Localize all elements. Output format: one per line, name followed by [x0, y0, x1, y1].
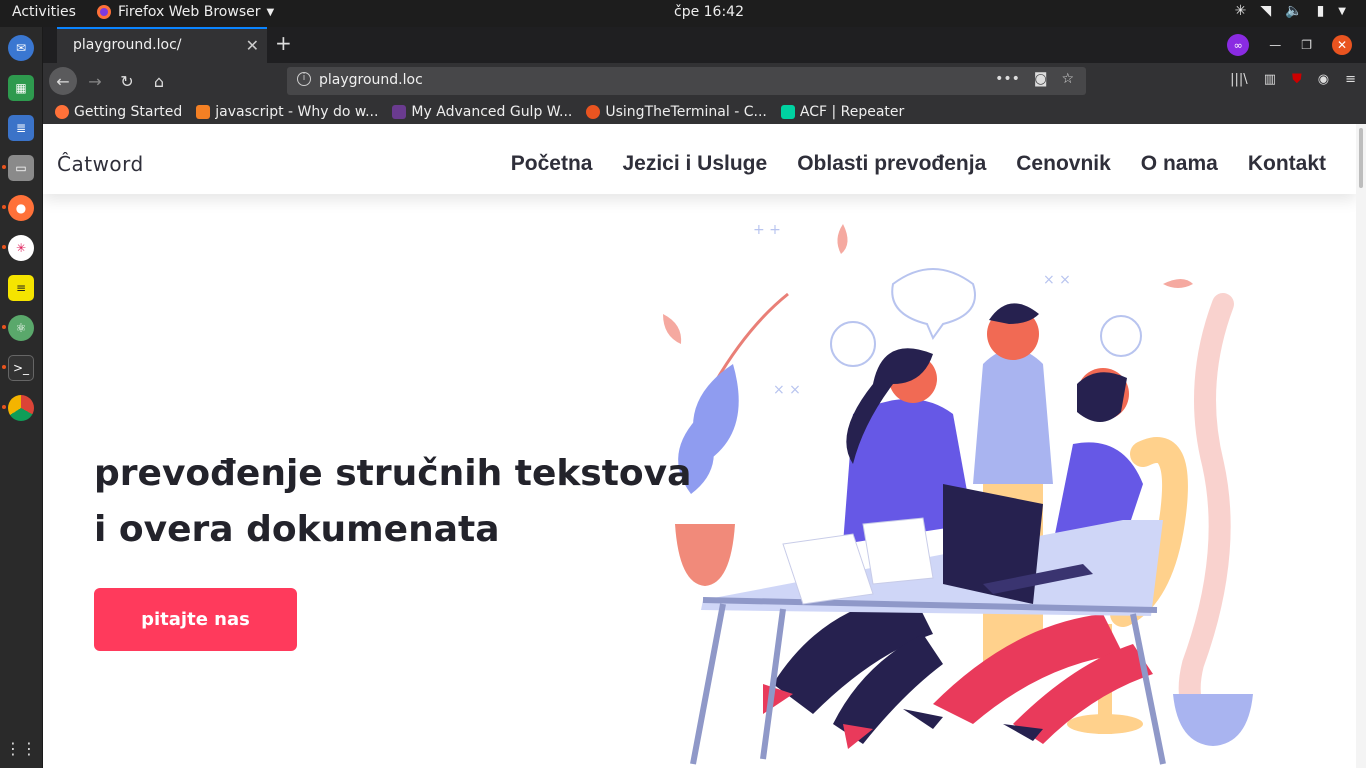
hero-title-line-1: prevođenje stručnih tekstova — [94, 453, 692, 494]
atom-icon[interactable]: ⚛ — [8, 315, 34, 341]
nav-item-cenovnik[interactable]: Cenovnik — [1016, 152, 1111, 176]
url-bar[interactable]: i playground.loc ••• ◙ ☆ — [287, 67, 1086, 95]
close-window-button[interactable]: ✕ — [1332, 35, 1352, 55]
site-favicon-icon — [392, 104, 407, 119]
running-indicator — [2, 325, 6, 329]
close-tab-icon[interactable]: ✕ — [246, 36, 259, 55]
minimize-button[interactable]: — — [1269, 38, 1281, 52]
show-apps-icon[interactable]: ⋮⋮ — [5, 735, 37, 761]
page-actions-icon[interactable]: ••• — [995, 71, 1020, 87]
page-scrollbar[interactable] — [1356, 124, 1366, 768]
stackoverflow-icon — [196, 104, 211, 119]
system-tray[interactable]: ✳ ◥ 🔈 ▮ ▼ — [1235, 3, 1346, 19]
window-controls: ∞ — ❐ ✕ — [1227, 34, 1352, 56]
bookmark-star-icon[interactable]: ☆ — [1061, 71, 1074, 87]
writer-icon[interactable]: ≣ — [8, 115, 34, 141]
nav-item-pocetna[interactable]: Početna — [511, 152, 593, 176]
main-nav: Početna Jezici i Usluge Oblasti prevođen… — [511, 152, 1326, 176]
firefox-window-chrome: playground.loc/ ✕ + ∞ — ❐ ✕ ← → ↻ ⌂ i pl… — [43, 27, 1366, 124]
toolbar-right: |||\ ▥ ⛊ ◉ ≡ — [1230, 72, 1356, 87]
files-icon[interactable]: ▭ — [8, 155, 34, 181]
new-tab-button[interactable]: + — [275, 31, 292, 55]
nav-item-o-nama[interactable]: O nama — [1141, 152, 1218, 176]
bookmark-item[interactable]: My Advanced Gulp W... — [392, 104, 572, 120]
thunderbird-icon[interactable]: ✉ — [8, 35, 34, 61]
notes-icon[interactable]: ≡ — [8, 275, 34, 301]
info-icon[interactable]: i — [297, 72, 311, 86]
forward-button[interactable]: → — [81, 67, 109, 95]
running-indicator — [2, 405, 6, 409]
hero-illustration: + + × × × × + + — [663, 222, 1253, 765]
running-indicator — [2, 365, 6, 369]
scrollbar-thumb[interactable] — [1359, 128, 1363, 188]
firefox-icon — [97, 5, 111, 19]
app-menu[interactable]: Firefox Web Browser ▼ — [96, 4, 274, 20]
ask-us-button[interactable]: pitajte nas — [94, 588, 297, 651]
pocket-icon[interactable]: ◙ — [1034, 71, 1048, 87]
page-viewport: Ĉatword Početna Jezici i Usluge Oblasti … — [43, 124, 1356, 768]
nav-bar: ← → ↻ ⌂ i playground.loc ••• ◙ ☆ |||\ ▥ … — [43, 63, 1366, 99]
ublock-icon[interactable]: ⛊ — [1292, 72, 1302, 87]
bookmark-item[interactable]: javascript - Why do w... — [196, 104, 378, 120]
site-logo[interactable]: Ĉatword — [57, 152, 144, 176]
activities-button[interactable]: Activities — [12, 4, 76, 20]
tab-active[interactable]: playground.loc/ ✕ — [57, 27, 267, 63]
battery-icon: ▮ — [1316, 3, 1325, 19]
wifi-icon: ◥ — [1260, 3, 1272, 19]
bookmark-item[interactable]: Getting Started — [55, 104, 182, 120]
running-indicator — [2, 165, 6, 169]
nav-item-oblasti[interactable]: Oblasti prevođenja — [797, 152, 986, 176]
chevron-down-icon: ▼ — [266, 6, 275, 18]
maximize-button[interactable]: ❐ — [1301, 38, 1312, 52]
spreadsheet-icon[interactable]: ▦ — [8, 75, 34, 101]
chevron-down-icon[interactable]: ▼ — [1338, 6, 1346, 17]
tab-strip: playground.loc/ ✕ + ∞ — ❐ ✕ — [43, 27, 1366, 63]
bookmark-item[interactable]: UsingTheTerminal - C... — [586, 104, 767, 120]
svg-text:+ +: + + — [753, 222, 781, 238]
running-indicator — [2, 205, 6, 209]
home-button[interactable]: ⌂ — [145, 67, 173, 95]
dock: ✉ ▦ ≣ ▭ ● ✳ ≡ ⚛ >_ ⋮⋮ — [0, 27, 43, 768]
tab-title: playground.loc/ — [73, 37, 182, 53]
hero-title: prevođenje stručnih tekstova i overa dok… — [94, 446, 691, 558]
system-top-bar: Activities Firefox Web Browser ▼ čpe 16:… — [0, 0, 1366, 27]
slack-tray-icon[interactable]: ✳ — [1235, 3, 1247, 19]
app-name: Firefox Web Browser — [118, 4, 261, 20]
library-icon[interactable]: |||\ — [1230, 72, 1248, 87]
sidebar-icon[interactable]: ▥ — [1264, 72, 1276, 87]
back-button[interactable]: ← — [49, 67, 77, 95]
url-text[interactable]: playground.loc — [319, 72, 423, 88]
firefox-icon[interactable]: ● — [8, 195, 34, 221]
ubuntu-icon — [586, 104, 601, 119]
private-browsing-icon: ∞ — [1227, 34, 1250, 56]
hero-title-line-2: i overa dokumenata — [94, 509, 500, 550]
bookmark-item[interactable]: ACF | Repeater — [780, 104, 904, 120]
slack-icon[interactable]: ✳ — [8, 235, 34, 261]
menu-icon[interactable]: ≡ — [1345, 72, 1356, 87]
nav-item-kontakt[interactable]: Kontakt — [1248, 152, 1326, 176]
nav-item-jezici[interactable]: Jezici i Usluge — [622, 152, 767, 176]
acf-icon — [780, 104, 795, 119]
svg-text:× ×: × × — [1043, 272, 1071, 288]
volume-icon: 🔈 — [1285, 3, 1303, 19]
account-icon[interactable]: ◉ — [1318, 72, 1329, 87]
chrome-icon[interactable] — [8, 395, 34, 421]
firefox-icon — [55, 104, 69, 119]
running-indicator — [2, 245, 6, 249]
svg-text:× ×: × × — [773, 382, 801, 398]
site-header: Ĉatword Početna Jezici i Usluge Oblasti … — [43, 124, 1356, 194]
reload-button[interactable]: ↻ — [113, 67, 141, 95]
terminal-icon[interactable]: >_ — [8, 355, 34, 381]
url-actions: ••• ◙ ☆ — [995, 71, 1074, 87]
bookmarks-toolbar: Getting Started javascript - Why do w...… — [43, 99, 1366, 124]
clock[interactable]: čpe 16:42 — [674, 4, 744, 20]
